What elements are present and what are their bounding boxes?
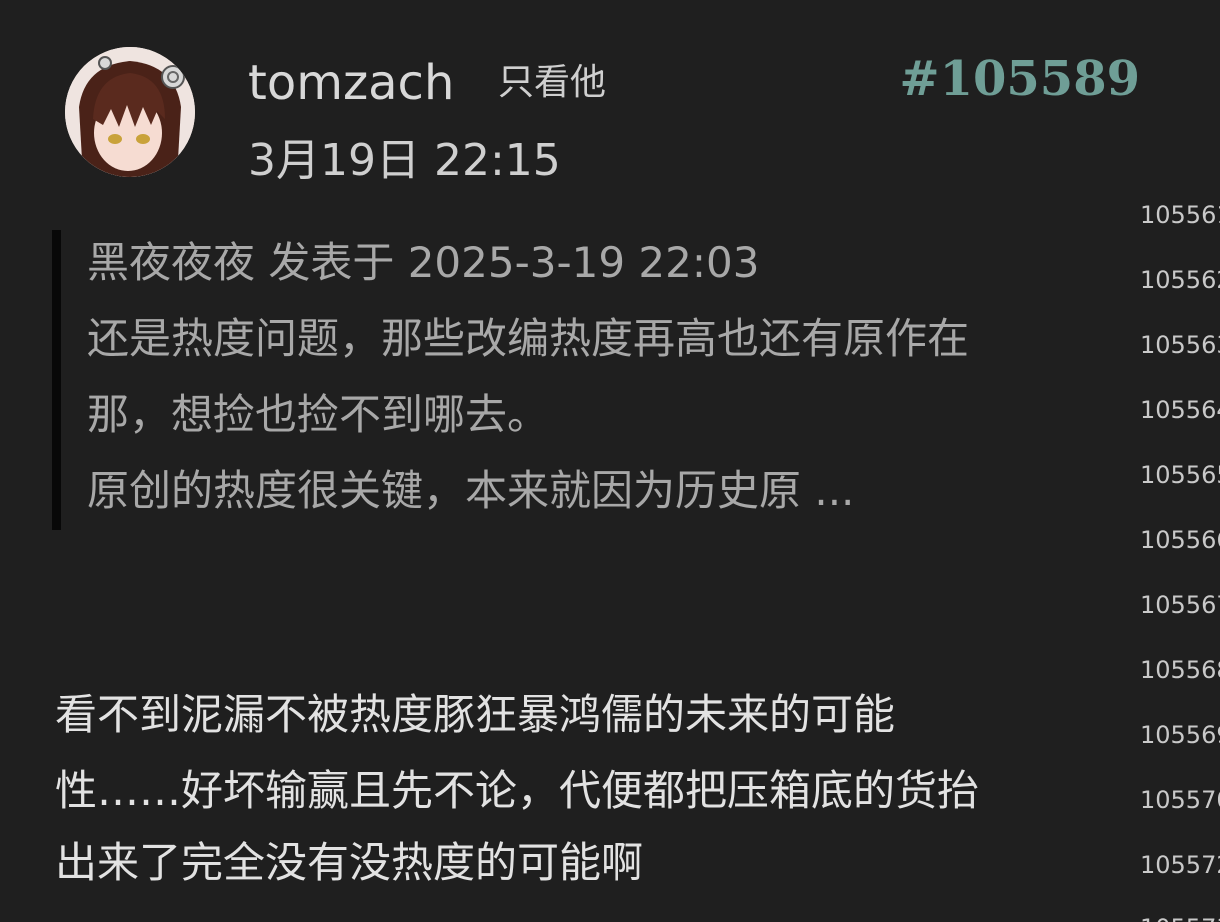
username[interactable]: tomzach <box>248 54 454 112</box>
only-him-button[interactable]: 只看他 <box>498 60 606 106</box>
post-body-line: 出来了完全没有没热度的可能啊 <box>55 838 644 887</box>
floor-index-item[interactable]: 105564 <box>1140 395 1220 425</box>
floor-index-item[interactable]: 105570 <box>1140 785 1220 815</box>
floor-index-item[interactable]: 105563 <box>1140 330 1220 360</box>
post-body-line: 看不到泥漏不被热度豚狂暴鸿儒的未来的可能 <box>55 690 896 739</box>
floor-index-item[interactable]: 105561 <box>1140 200 1220 230</box>
avatar-image <box>65 47 195 177</box>
quote-header: 黑夜夜夜 发表于 2025-3-19 22:03 <box>87 238 760 287</box>
floor-index-item[interactable]: 105568 <box>1140 655 1220 685</box>
floor-index-item[interactable]: 105566 <box>1140 525 1220 555</box>
floor-index-list: 105561 105562 105563 105564 105565 10556… <box>1140 195 1220 922</box>
floor-index-item[interactable]: 105573 <box>1140 913 1220 922</box>
floor-index-item[interactable]: 105569 <box>1140 720 1220 750</box>
post-number[interactable]: #105589 <box>899 50 1140 108</box>
quote-line: 还是热度问题，那些改编热度再高也还有原作在 <box>87 314 970 363</box>
quote-line: 原创的热度很关键，本来就因为历史原 ... <box>87 466 855 515</box>
floor-index-item[interactable]: 105567 <box>1140 590 1220 620</box>
user-avatar[interactable] <box>65 47 195 177</box>
post-body-line: 性……好坏输赢且先不论，代便都把压箱底的货抬 <box>55 766 980 815</box>
quote-block[interactable]: 黑夜夜夜 发表于 2025-3-19 22:03 还是热度问题，那些改编热度再高… <box>52 230 1126 530</box>
post-time: 3月19日 22:15 <box>248 135 561 186</box>
floor-index-item[interactable]: 105572 <box>1140 850 1220 880</box>
floor-index-item[interactable]: 105565 <box>1140 460 1220 490</box>
quote-line: 那，想捡也捡不到哪去。 <box>87 390 550 439</box>
floor-index-item[interactable]: 105562 <box>1140 265 1220 295</box>
